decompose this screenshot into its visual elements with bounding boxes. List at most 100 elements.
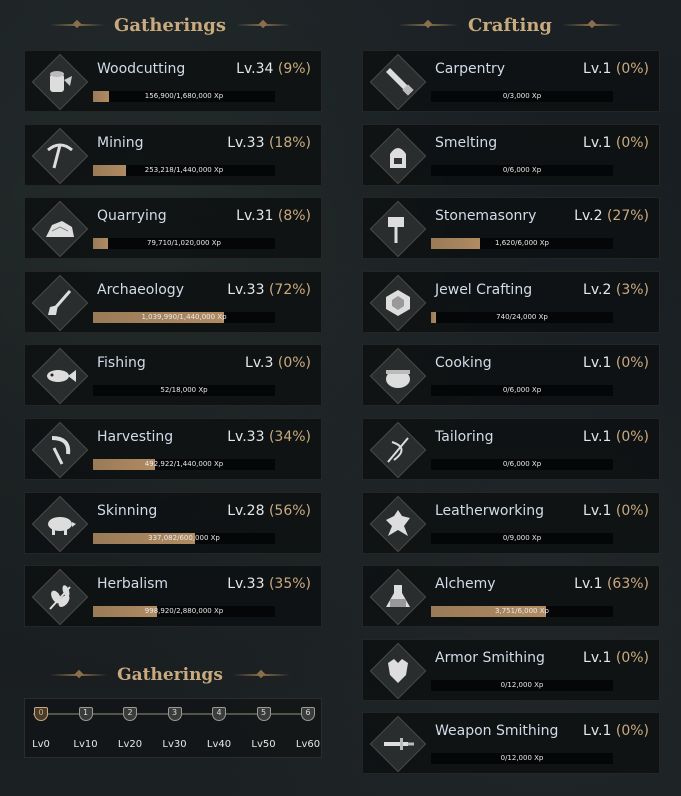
skill-level: Lv.1 (0%) [583, 61, 649, 77]
skill-level-value: Lv.3 [245, 355, 274, 372]
skill-card-smelting[interactable]: Smelting Lv.1 (0%) 0/6,000 Xp [362, 123, 660, 186]
skill-level-percent: (0%) [615, 723, 649, 740]
skill-card-mining[interactable]: Mining Lv.33 (18%) 253,218/1,440,000 Xp [24, 123, 322, 186]
skill-icon-frame [31, 127, 89, 184]
skill-level-value: Lv.33 [227, 281, 265, 298]
skill-icon-frame [369, 495, 427, 552]
milestone-label: Lv30 [162, 739, 187, 750]
skill-level-value: Lv.1 [583, 429, 612, 445]
skill-card-carpentry[interactable]: Carpentry Lv.1 (0%) 0/3,000 Xp [362, 50, 660, 112]
skill-level: Lv.1 (0%) [583, 135, 649, 151]
skill-level-value: Lv.34 [236, 61, 274, 77]
milestone-lv40[interactable]: 4 [212, 707, 226, 721]
skill-level-value: Lv.1 [574, 576, 603, 593]
skill-level-value: Lv.2 [583, 281, 612, 298]
xp-text: 0/9,000 Xp [502, 533, 542, 542]
skill-level-percent: (0%) [615, 61, 649, 77]
sword-icon [384, 738, 414, 751]
gatherings-milestone-track: 0 Lv0 1 Lv10 2 Lv20 3 Lv30 4 Lv40 5 Lv50 6 Lv60 [24, 698, 322, 758]
skill-level-value: Lv.1 [583, 134, 612, 151]
skill-icon-frame [31, 348, 89, 405]
milestone-lv10[interactable]: 1 [78, 707, 93, 721]
xp-progress-bar: 3,751/6,000 Xp [431, 606, 613, 618]
skill-card-stonemasonry[interactable]: Stonemasonry Lv.2 (27%) 1,620/6,000 Xp [362, 197, 660, 260]
skill-level: Lv.31 (8%) [236, 208, 311, 224]
skill-level-percent: (0%) [615, 134, 649, 151]
skill-name: Stonemasonry [435, 208, 537, 225]
milestone-number: 2 [127, 708, 133, 717]
skill-card-jewel-crafting[interactable]: Jewel Crafting Lv.2 (3%) 740/24,000 Xp [362, 270, 660, 333]
boulder-icon [46, 221, 74, 238]
xp-progress-bar: 0/12,000 Xp [431, 679, 613, 691]
skill-icon-frame [369, 421, 427, 479]
xp-text: 337,082/600,000 Xp [148, 533, 220, 542]
xp-progress-bar: 1,620/6,000 Xp [431, 238, 613, 250]
xp-text: 0/12,000 Xp [500, 754, 544, 763]
xp-text: 0/6,000 Xp [502, 460, 542, 468]
xp-progress-bar: 0/6,000 Xp [431, 385, 613, 397]
xp-text: 740/24,000 Xp [496, 312, 548, 321]
skill-name: Tailoring [435, 429, 494, 445]
milestone-lv60[interactable]: 6 [301, 707, 315, 721]
skill-level: Lv.33 (35%) [227, 576, 311, 592]
skill-card-quarrying[interactable]: Quarrying Lv.31 (8%) 79,710/1,020,000 Xp [24, 197, 322, 260]
xp-progress-bar: 998,920/2,880,000 Xp [93, 606, 275, 618]
skill-name: Jewel Crafting [435, 281, 533, 298]
skill-level-percent: (72%) [268, 281, 311, 298]
skill-card-leatherworking[interactable]: Leatherworking Lv.1 (0%) 0/9,000 Xp [362, 491, 660, 554]
skill-level-percent: (0%) [277, 355, 311, 372]
xp-progress-bar: 337,082/600,000 Xp [93, 532, 275, 544]
milestone-number: 6 [305, 708, 311, 717]
header-ornament-right [236, 24, 290, 26]
skill-icon-frame [31, 200, 89, 258]
skill-level: Lv.33 (34%) [227, 429, 311, 445]
pickaxe-icon [47, 143, 73, 168]
xp-text: 52/18,000 Xp [160, 386, 208, 395]
skill-card-fishing[interactable]: Fishing Lv.3 (0%) 52/18,000 Xp [24, 344, 322, 407]
skill-level-value: Lv.28 [227, 502, 265, 519]
skill-card-woodcutting[interactable]: Woodcutting Lv.34 (9%) 156,900/1,680,000 X… [24, 50, 322, 112]
xp-text: 156,900/1,680,000 Xp [144, 92, 224, 100]
skill-card-alchemy[interactable]: Alchemy Lv.1 (63%) 3,751/6,000 Xp [362, 565, 660, 628]
skill-card-harvesting[interactable]: Harvesting Lv.33 (34%) 492,922/1,440,000 X… [24, 418, 322, 480]
xp-progress-bar: 0/6,000 Xp [431, 459, 613, 470]
skill-level-value: Lv.1 [583, 502, 612, 519]
milestone-number: 3 [171, 708, 178, 717]
xp-progress-bar: 253,218/1,440,000 Xp [93, 164, 275, 176]
skill-name: Harvesting [97, 429, 174, 445]
skill-level-percent: (0%) [615, 355, 649, 372]
sickle-icon [51, 436, 71, 465]
skill-icon-frame [369, 348, 427, 405]
skill-name: Archaeology [97, 281, 184, 298]
milestone-lv50[interactable]: 5 [256, 707, 271, 721]
skill-card-archaeology[interactable]: Archaeology Lv.33 (72%) 1,039,990/1,440,00… [24, 270, 322, 333]
skill-level-value: Lv.1 [583, 723, 612, 740]
crafting-title: Crafting [467, 14, 553, 36]
skill-name: Woodcutting [97, 61, 186, 77]
xp-progress-bar: 79,710/1,020,000 Xp [93, 238, 275, 250]
skill-level-percent: (63%) [606, 576, 649, 593]
skill-level: Lv.2 (27%) [574, 208, 649, 224]
xp-text: 0/6,000 Xp [502, 165, 542, 174]
skill-card-skinning[interactable]: Skinning Lv.28 (56%) 337,082/600,000 Xp [24, 491, 322, 554]
skill-card-cooking[interactable]: Cooking Lv.1 (0%) 0/6,000 Xp [362, 344, 660, 407]
skill-card-herbalism[interactable]: Herbalism Lv.33 (35%) 998,920/2,880,000 Xp [24, 565, 322, 628]
skill-card-weapon-smithing[interactable]: Weapon Smithing Lv.1 (0%) 0/12,000 Xp [362, 712, 660, 775]
skill-card-armor-smithing[interactable]: Armor Smithing Lv.1 (0%) 0/12,000 Xp [362, 638, 660, 701]
skill-level-percent: (18%) [268, 134, 311, 151]
skill-level: Lv.28 (56%) [227, 503, 311, 519]
shovel-icon [48, 289, 72, 315]
xp-progress-bar: 0/9,000 Xp [431, 532, 613, 544]
xp-progress-bar: 0/3,000 Xp [431, 91, 613, 102]
gatherings-milestones-header: Gatherings [40, 662, 300, 688]
skill-name: Skinning [97, 502, 158, 519]
skill-level-value: Lv.33 [227, 576, 265, 593]
skill-level-value: Lv.31 [236, 208, 274, 225]
milestone-lv20[interactable]: 2 [123, 707, 137, 721]
skill-name: Fishing [97, 355, 146, 372]
crafting-header: Crafting [380, 12, 640, 38]
skill-card-tailoring[interactable]: Tailoring Lv.1 (0%) 0/6,000 Xp [362, 418, 660, 480]
skill-icon-frame [31, 421, 89, 479]
milestone-lv30[interactable]: 3 [167, 707, 182, 721]
milestone-lv0[interactable]: 0 [34, 707, 48, 721]
